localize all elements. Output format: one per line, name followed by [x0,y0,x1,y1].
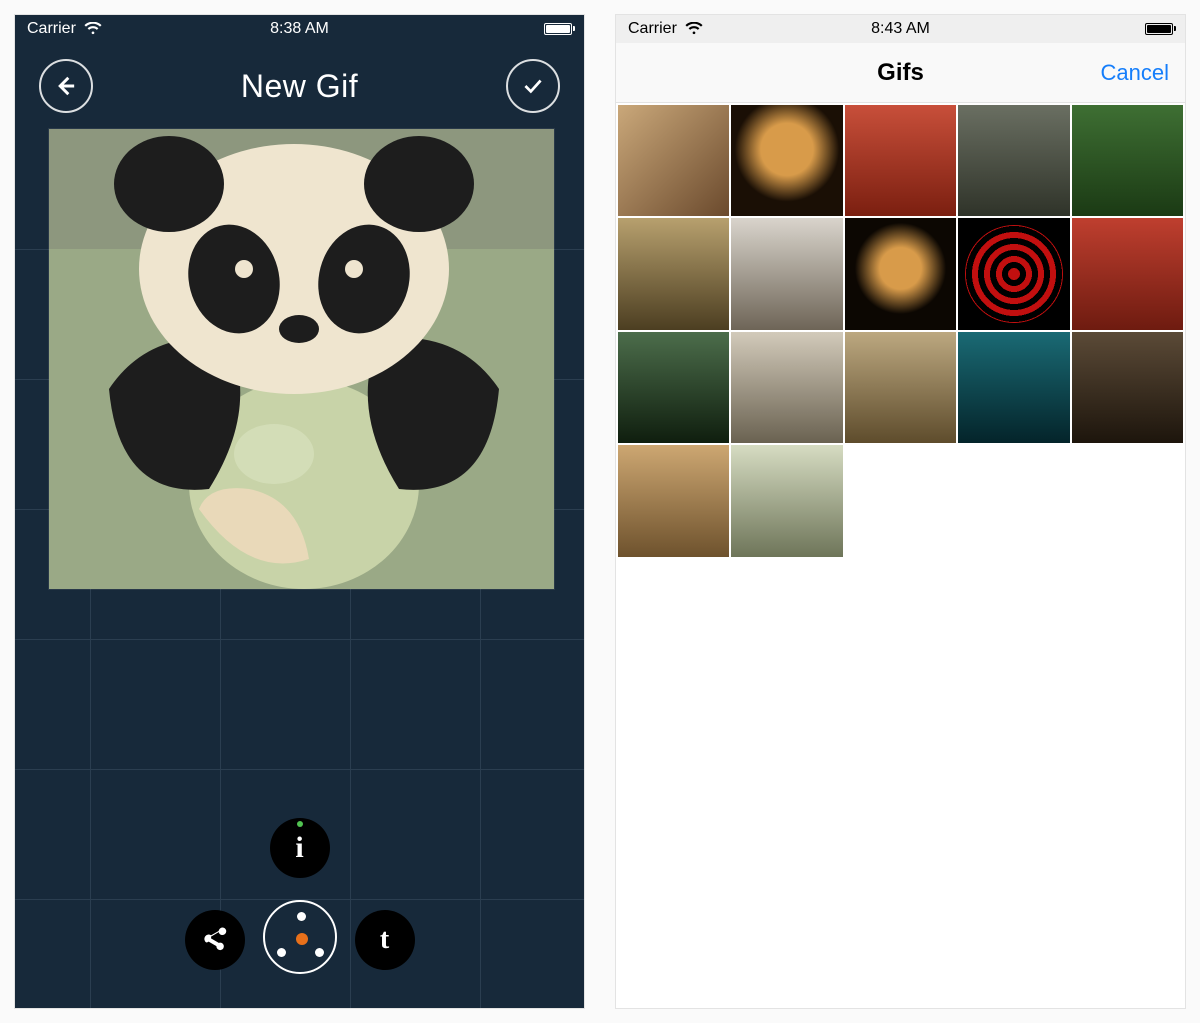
gif-thumb[interactable] [618,105,729,216]
picker-nav: Gifs Cancel [616,43,1185,103]
gif-thumb[interactable] [731,332,842,443]
gif-preview[interactable] [49,129,554,589]
gif-thumb[interactable] [731,445,842,556]
info-icon: i [295,831,303,865]
header-title: New Gif [241,68,358,105]
tumblr-icon: t [380,924,389,956]
picker-screen: Carrier 8:43 AM Gifs Cancel [615,14,1186,1009]
gif-thumb[interactable] [958,332,1069,443]
editor-canvas: i t [15,129,584,1008]
gif-thumb[interactable] [845,105,956,216]
editor-header: New Gif [15,43,584,129]
gif-thumb[interactable] [618,445,729,556]
share-button[interactable] [185,910,245,970]
status-bar: Carrier 8:43 AM [616,15,1185,43]
battery-icon [544,23,572,35]
status-bar: Carrier 8:38 AM [15,15,584,43]
gif-thumb[interactable] [731,218,842,329]
gif-thumb[interactable] [1072,105,1183,216]
clock: 8:38 AM [15,20,584,38]
menu-dots-icon [265,902,335,972]
clock: 8:43 AM [616,20,1185,38]
panda-illustration [49,129,554,589]
nav-title: Gifs [877,59,924,87]
gif-thumb[interactable] [958,105,1069,216]
menu-toggle-button[interactable] [263,900,337,974]
gif-thumb[interactable] [1072,218,1183,329]
confirm-button[interactable] [506,59,560,113]
cancel-button[interactable]: Cancel [1101,60,1169,86]
gif-thumb[interactable] [1072,332,1183,443]
editor-screen: Carrier 8:38 AM New Gif [14,14,585,1009]
gif-thumb[interactable] [618,218,729,329]
gif-thumb[interactable] [618,332,729,443]
share-radial-menu: i t [185,818,415,988]
gif-thumb[interactable] [958,218,1069,329]
tumblr-button[interactable]: t [355,910,415,970]
gif-grid [616,103,1185,557]
gif-thumb[interactable] [845,332,956,443]
back-button[interactable] [39,59,93,113]
gif-thumb[interactable] [845,218,956,329]
gif-thumb[interactable] [731,105,842,216]
share-icon [200,925,230,955]
battery-icon [1145,23,1173,35]
info-button[interactable]: i [270,818,330,878]
